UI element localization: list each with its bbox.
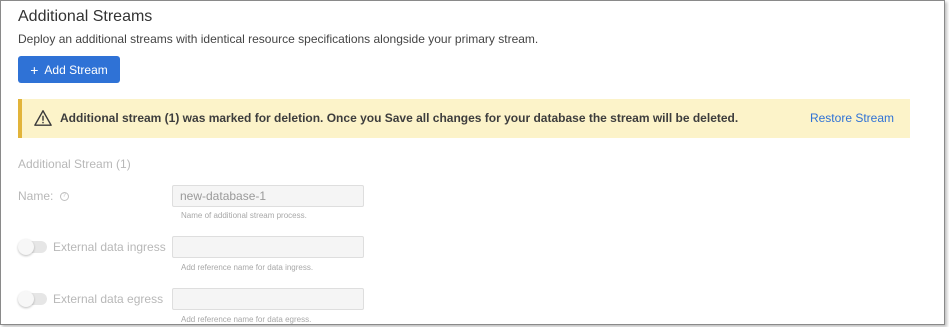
stream-name-input[interactable] (172, 185, 364, 207)
name-label-row: Name: ? (18, 189, 69, 203)
toggle-knob (18, 291, 34, 307)
additional-streams-panel: Additional Streams Deploy an additional … (0, 0, 945, 325)
restore-stream-link[interactable]: Restore Stream (810, 111, 894, 125)
stream-heading: Additional Stream (1) (18, 157, 131, 171)
page-subtitle: Deploy an additional streams with identi… (18, 32, 539, 46)
toggle-knob (18, 239, 34, 255)
ingress-label: External data ingress (53, 240, 166, 254)
ingress-input[interactable] (172, 236, 364, 258)
plus-icon: + (30, 61, 39, 78)
info-icon[interactable]: ? (59, 192, 69, 202)
egress-input[interactable] (172, 288, 364, 310)
egress-hint: Add reference name for data egress. (181, 315, 312, 324)
name-label: Name: (18, 189, 54, 203)
egress-toggle[interactable] (18, 291, 47, 307)
name-hint: Name of additional stream process. (181, 211, 307, 220)
banner-message: Additional stream (1) was marked for del… (60, 111, 739, 125)
ingress-toggle[interactable] (18, 239, 47, 255)
ingress-hint: Add reference name for data ingress. (181, 263, 314, 272)
egress-label: External data egress (53, 292, 164, 306)
add-stream-label: Add Stream (44, 62, 108, 77)
deletion-warning-banner: Additional stream (1) was marked for del… (18, 99, 910, 138)
page-title: Additional Streams (18, 8, 153, 25)
add-stream-button[interactable]: + Add Stream (18, 56, 120, 83)
warning-icon (34, 110, 52, 126)
